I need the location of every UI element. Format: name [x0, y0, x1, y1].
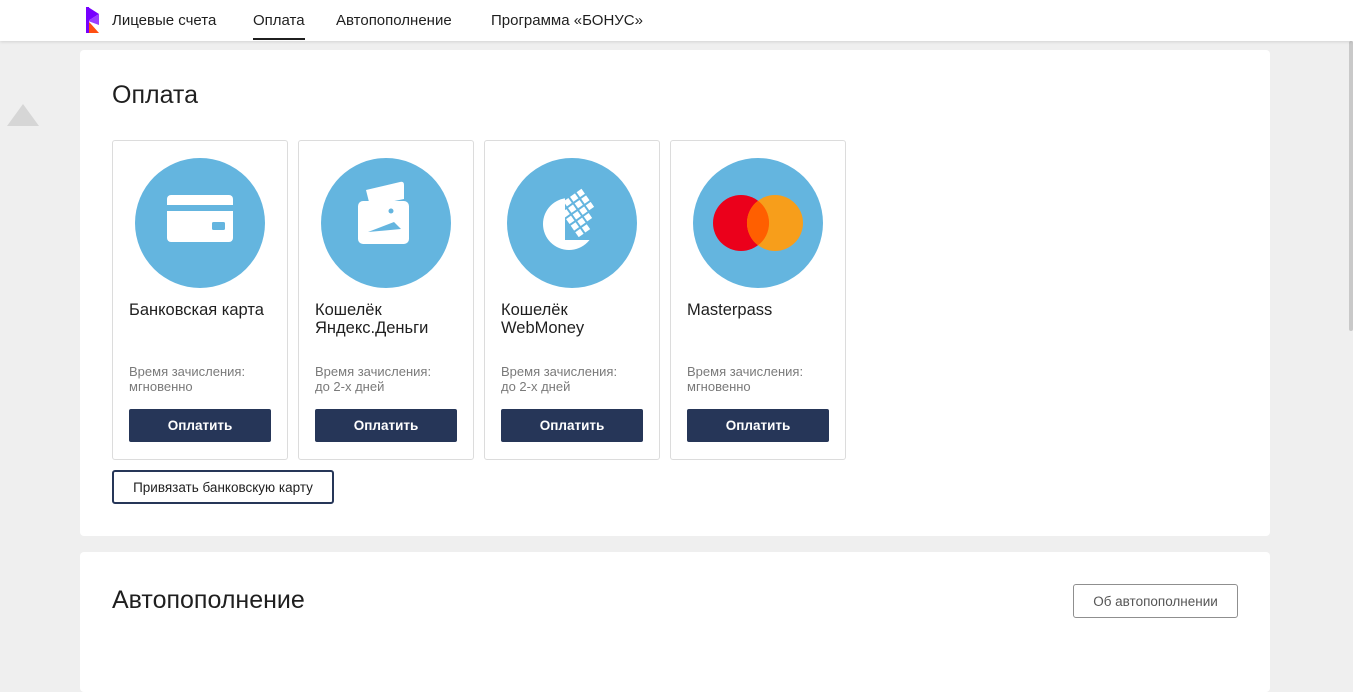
page-scrollbar[interactable]: [1349, 41, 1353, 331]
masterpass-icon: [693, 158, 823, 288]
card-time: Время зачисления: мгновенно: [687, 364, 837, 394]
card-title: Банковская карта: [129, 301, 264, 319]
payment-method-yandex-money[interactable]: Кошелёк Яндекс.Деньги Время зачисления: …: [298, 140, 474, 460]
bind-bank-card-button[interactable]: Привязать банковскую карту: [112, 470, 334, 504]
top-navigation-bar: Лицевые счета Оплата Автопополнение Прог…: [0, 0, 1353, 41]
time-label: Время зачисления:: [129, 364, 246, 379]
card-title: Кошелёк Яндекс.Деньги: [315, 301, 429, 337]
pay-button-webmoney[interactable]: Оплатить: [501, 409, 643, 442]
time-label: Время зачисления:: [501, 364, 618, 379]
time-label: Время зачисления:: [687, 364, 804, 379]
about-autopay-button[interactable]: Об автопополнении: [1073, 584, 1238, 618]
card-time: Время зачисления: до 2-х дней: [315, 364, 465, 394]
autopay-title: Автопополнение: [112, 586, 305, 614]
nav-item-payment[interactable]: Оплата: [253, 12, 305, 40]
webmoney-icon: [507, 158, 637, 288]
time-value: до 2-х дней: [315, 379, 385, 394]
yandex-wallet-icon: [321, 158, 451, 288]
nav-item-autopay[interactable]: Автопополнение: [336, 12, 452, 29]
nav-item-bonus[interactable]: Программа «БОНУС»: [491, 12, 643, 29]
card-title: Masterpass: [687, 301, 773, 319]
payment-method-bank-card[interactable]: Банковская карта Время зачисления: мгнов…: [112, 140, 288, 460]
pay-button-bank-card[interactable]: Оплатить: [129, 409, 271, 442]
autopay-panel: Автопополнение Об автопополнении: [80, 552, 1270, 692]
payment-method-masterpass[interactable]: Masterpass Время зачисления: мгновенно О…: [670, 140, 846, 460]
card-time: Время зачисления: мгновенно: [129, 364, 279, 394]
time-value: мгновенно: [687, 379, 751, 394]
bank-card-icon: [135, 158, 265, 288]
rostelecom-logo-icon[interactable]: [85, 7, 103, 33]
pay-button-masterpass[interactable]: Оплатить: [687, 409, 829, 442]
payment-method-webmoney[interactable]: Кошелёк WebMoney Время зачисления: до 2-…: [484, 140, 660, 460]
time-value: до 2-х дней: [501, 379, 571, 394]
scroll-up-arrow-icon[interactable]: [7, 104, 39, 126]
card-title: Кошелёк WebMoney: [501, 301, 585, 337]
payment-title: Оплата: [112, 81, 198, 109]
time-value: мгновенно: [129, 379, 193, 394]
payment-panel: Оплата Банковская карта Время зачисления…: [80, 50, 1270, 536]
pay-button-yandex-money[interactable]: Оплатить: [315, 409, 457, 442]
nav-item-accounts[interactable]: Лицевые счета: [112, 12, 216, 29]
time-label: Время зачисления:: [315, 364, 432, 379]
card-time: Время зачисления: до 2-х дней: [501, 364, 651, 394]
